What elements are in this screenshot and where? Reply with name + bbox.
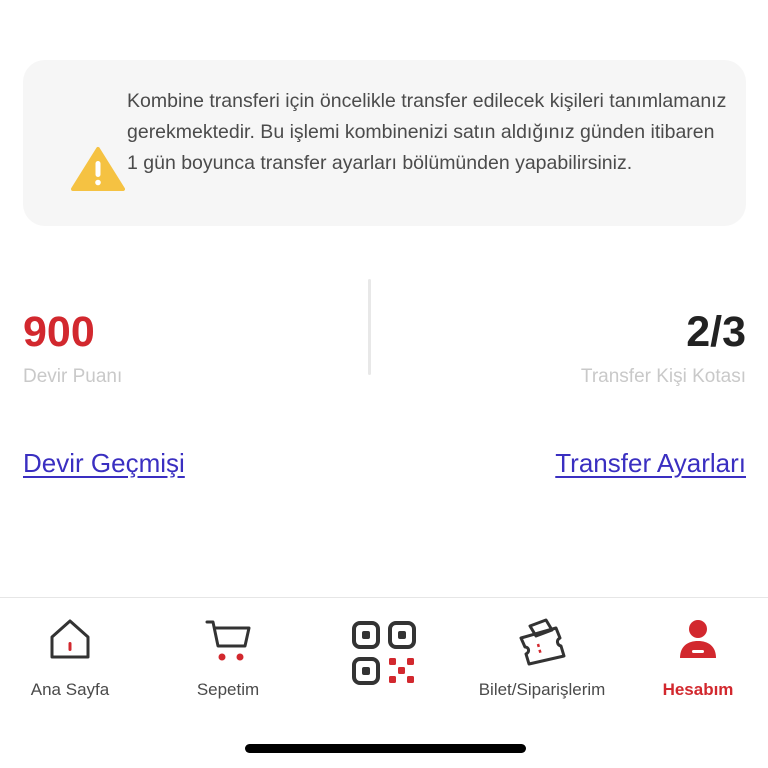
- tab-hesabim[interactable]: Hesabım: [618, 598, 768, 708]
- notice-text: Kombine transferi için öncelikle transfe…: [127, 90, 727, 174]
- tab-qr-code[interactable]: [304, 598, 464, 708]
- bottom-tab-bar: Ana Sayfa Sepetim Bilet/Siparişlerim Hes…: [0, 597, 768, 768]
- tab-label: Ana Sayfa: [30, 680, 110, 699]
- transfer-quota-label: Transfer Kişi Kotası: [580, 366, 746, 387]
- devir-gecmisi-link[interactable]: Devir Geçmişi: [23, 448, 185, 479]
- tab-label: Hesabım: [662, 680, 734, 699]
- tab-bilet-siparislerim[interactable]: Bilet/Siparişlerim: [462, 598, 622, 708]
- home-indicator[interactable]: [245, 744, 526, 753]
- transfer-ayarlari-link[interactable]: Transfer Ayarları: [555, 448, 746, 479]
- warning-triangle-icon: [71, 146, 125, 197]
- home-icon: [47, 616, 93, 667]
- stats-divider: [368, 279, 371, 375]
- tab-sepetim[interactable]: Sepetim: [148, 598, 308, 708]
- cart-icon: [203, 616, 253, 669]
- tickets-icon: [516, 616, 568, 671]
- tab-label: Sepetim: [196, 680, 260, 699]
- transfer-quota-value: 2/3: [686, 308, 746, 356]
- tab-ana-sayfa[interactable]: Ana Sayfa: [0, 598, 150, 708]
- transfer-notice: Kombine transferi için öncelikle transfe…: [23, 60, 746, 226]
- account-icon: [675, 616, 721, 667]
- devir-puani-label: Devir Puanı: [23, 366, 123, 387]
- tab-label: Bilet/Siparişlerim: [478, 680, 606, 699]
- qr-code-icon: [351, 620, 417, 691]
- devir-puani-value: 900: [23, 308, 95, 356]
